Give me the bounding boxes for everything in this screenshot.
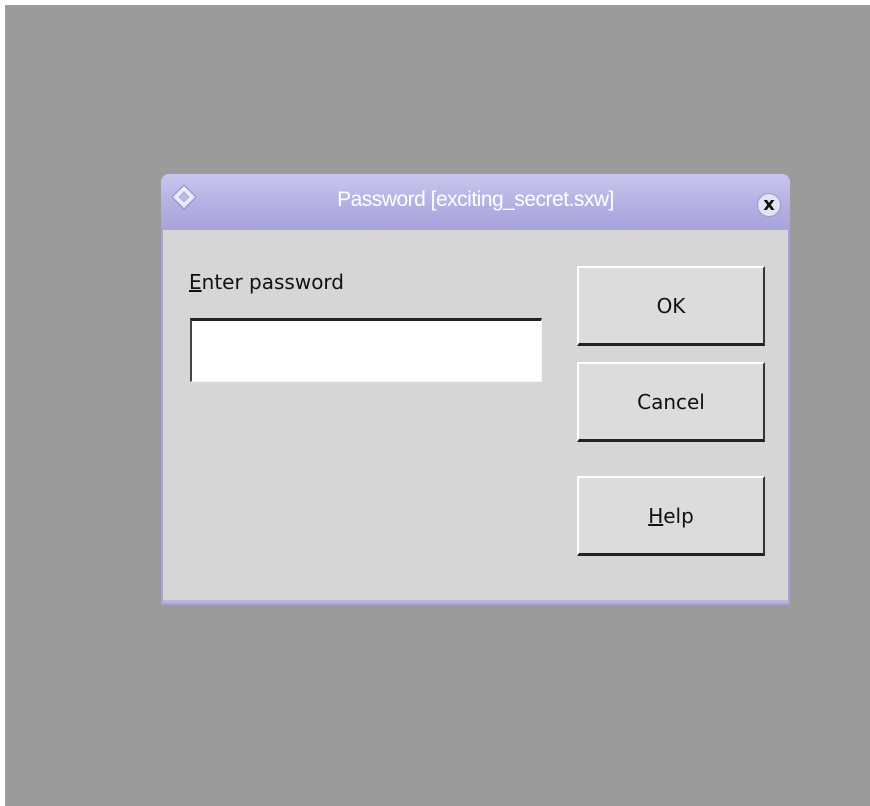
help-button-label: Help	[648, 504, 694, 528]
close-icon: x	[763, 194, 775, 215]
dialog-titlebar[interactable]: Password [exciting_secret.sxw] x	[161, 174, 790, 230]
ok-button[interactable]: OK	[577, 266, 765, 346]
password-input[interactable]	[190, 318, 542, 382]
password-dialog: Password [exciting_secret.sxw] x Enter p…	[161, 174, 790, 605]
dialog-title: Password [exciting_secret.sxw]	[337, 188, 614, 211]
diamond-app-icon	[171, 184, 197, 210]
close-button[interactable]: x	[758, 194, 780, 216]
password-label-text: nter password	[201, 270, 344, 294]
help-button[interactable]: Help	[577, 476, 765, 556]
desktop-background: Password [exciting_secret.sxw] x Enter p…	[5, 5, 870, 806]
help-button-text: elp	[663, 503, 694, 528]
password-label: Enter password	[189, 270, 344, 294]
help-button-mnemonic: H	[648, 503, 664, 528]
ok-button-label: OK	[656, 293, 686, 318]
password-label-mnemonic: E	[189, 270, 202, 294]
cancel-button[interactable]: Cancel	[577, 362, 765, 442]
cancel-button-label: Cancel	[637, 389, 705, 414]
